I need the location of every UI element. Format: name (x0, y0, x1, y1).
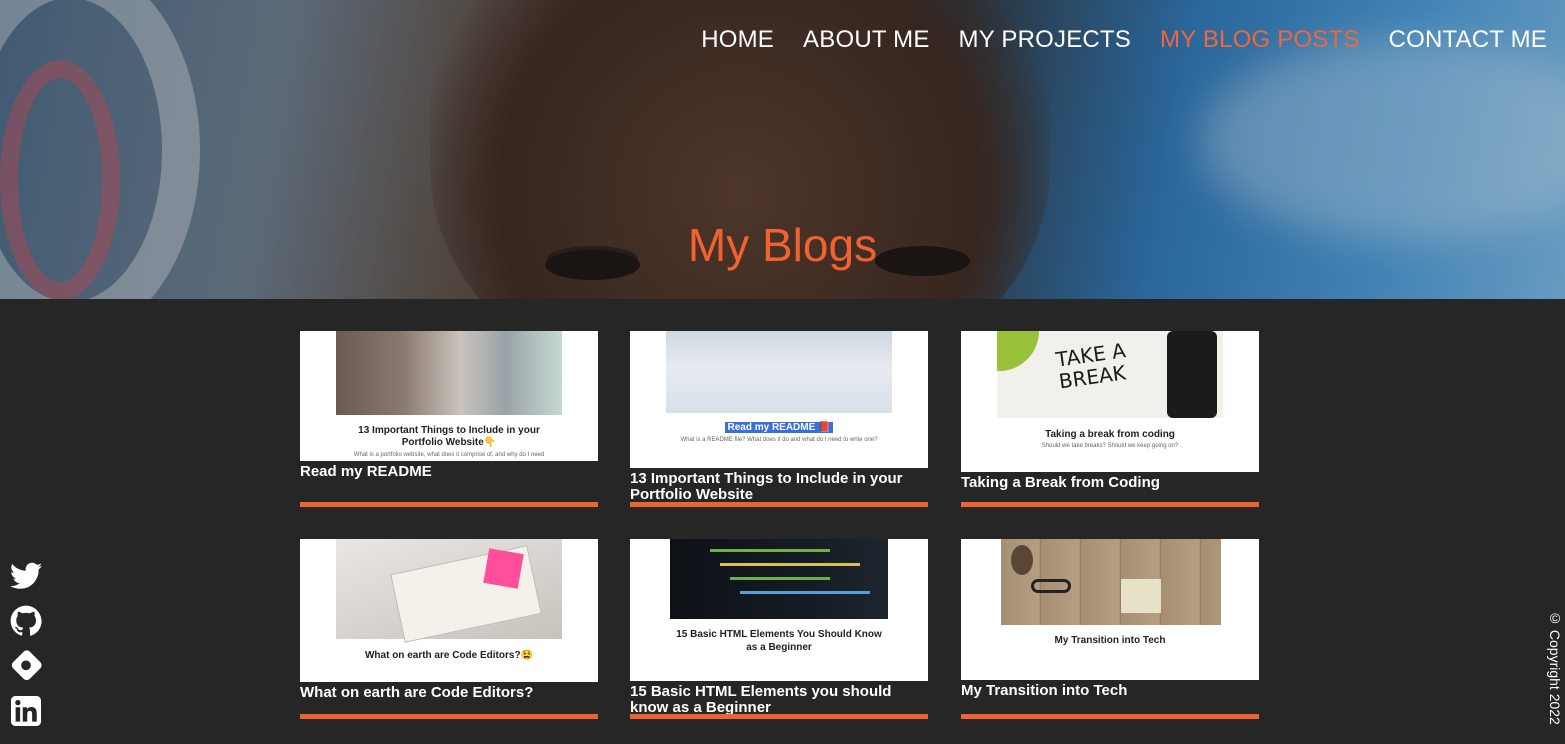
social-links (9, 560, 42, 727)
thumbnail-photo: TAKE A BREAK (997, 331, 1223, 418)
nav-home[interactable]: HOME (701, 26, 774, 54)
blog-thumbnail[interactable]: My Transition into Tech (961, 539, 1259, 680)
blog-thumbnail[interactable]: Read my README 📕 What is a README file? … (630, 331, 928, 468)
copyright-text: © Copyright 2022 (1547, 610, 1563, 725)
blog-card[interactable]: My Transition into Tech My Transition in… (961, 539, 1259, 719)
blog-card[interactable]: TAKE A BREAK Taking a break from coding … (961, 331, 1259, 507)
blog-thumbnail[interactable]: What on earth are Code Editors?😫 (300, 539, 598, 682)
card-accent-bar (630, 714, 928, 719)
card-accent-bar (300, 714, 598, 719)
blog-card-title[interactable]: My Transition into Tech (961, 683, 1259, 699)
blog-card[interactable]: What on earth are Code Editors?😫 What on… (300, 539, 598, 719)
blog-card-title[interactable]: 13 Important Things to Include in your P… (630, 471, 928, 503)
nav-about-me[interactable]: ABOUT ME (803, 26, 930, 54)
blog-thumbnail[interactable]: 15 Basic HTML Elements You Should Know a… (630, 539, 928, 681)
thumbnail-photo (666, 331, 892, 413)
blog-thumbnail[interactable]: TAKE A BREAK Taking a break from coding … (961, 331, 1259, 472)
blog-thumbnail[interactable]: 13 Important Things to Include in your P… (300, 331, 598, 461)
github-icon[interactable] (9, 605, 42, 637)
nav-my-projects[interactable]: MY PROJECTS (959, 26, 1131, 54)
blog-card-title[interactable]: 15 Basic HTML Elements you should know a… (630, 684, 928, 716)
hashnode-icon[interactable] (9, 650, 42, 682)
blog-card[interactable]: Read my README 📕 What is a README file? … (630, 331, 928, 507)
card-accent-bar (300, 502, 598, 507)
blog-card[interactable]: 13 Important Things to Include in your P… (300, 331, 598, 507)
linkedin-icon[interactable] (9, 695, 42, 727)
blog-card[interactable]: 15 Basic HTML Elements You Should Know a… (630, 539, 928, 719)
blog-card-title[interactable]: What on earth are Code Editors? (300, 685, 598, 701)
thumbnail-photo (336, 331, 562, 415)
card-accent-bar (961, 502, 1259, 507)
hero-banner: HOME ABOUT ME MY PROJECTS MY BLOG POSTS … (0, 0, 1565, 299)
card-accent-bar (630, 502, 928, 507)
twitter-icon[interactable] (9, 560, 42, 592)
card-accent-bar (961, 714, 1259, 719)
page-title: My Blogs (687, 219, 878, 271)
thumbnail-photo (670, 539, 888, 619)
main-nav: HOME ABOUT ME MY PROJECTS MY BLOG POSTS … (701, 26, 1547, 54)
nav-contact-me[interactable]: CONTACT ME (1389, 26, 1547, 54)
blog-card-title[interactable]: Taking a Break from Coding (961, 475, 1259, 491)
blog-card-title[interactable]: Read my README (300, 464, 598, 480)
thumbnail-photo (336, 539, 562, 643)
thumbnail-photo (1001, 539, 1221, 625)
nav-my-blog-posts[interactable]: MY BLOG POSTS (1160, 26, 1360, 54)
